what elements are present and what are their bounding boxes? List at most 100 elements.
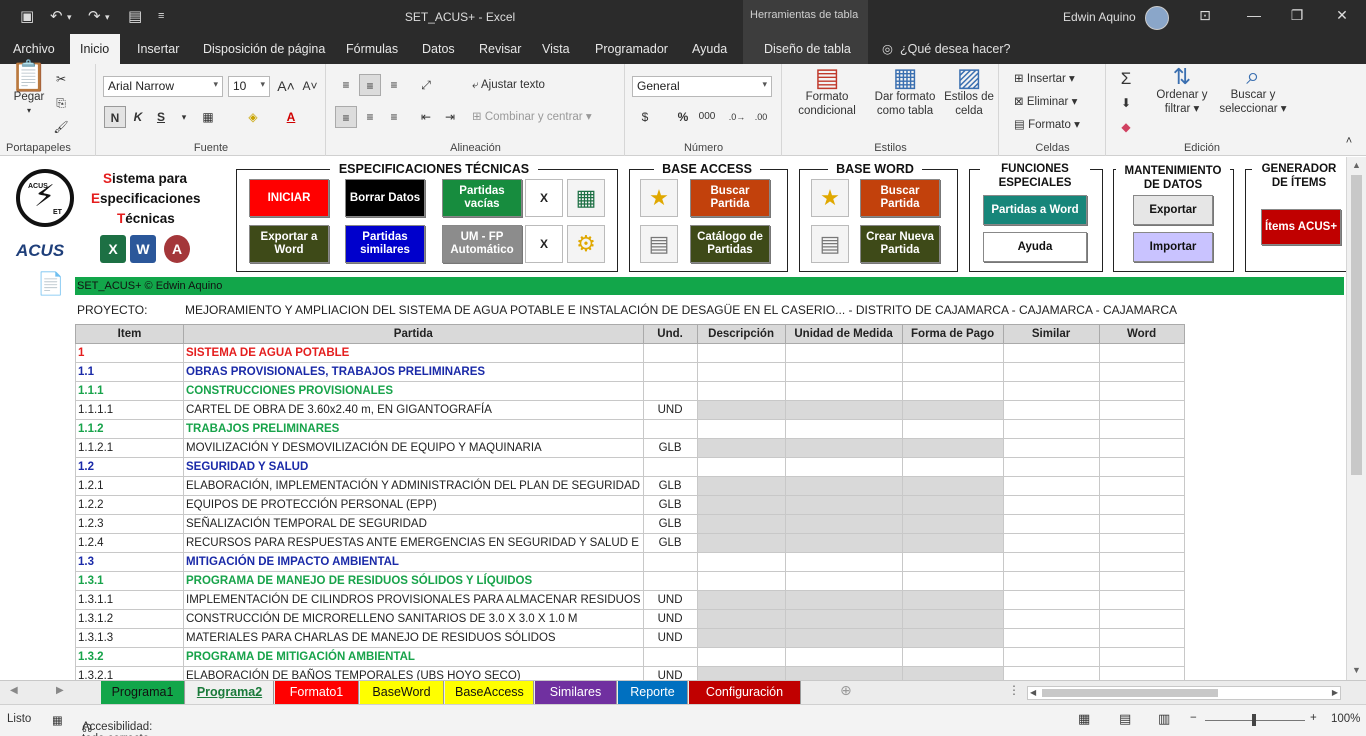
descripcion-cell[interactable]: [696, 476, 786, 496]
partida-cell[interactable]: SISTEMA DE AGUA POTABLE: [183, 343, 644, 363]
descripcion-cell[interactable]: [696, 343, 786, 363]
tab-inicio[interactable]: Inicio: [70, 34, 120, 64]
item-cell[interactable]: 1.1: [75, 362, 184, 382]
access-buscar-button[interactable]: Buscar Partida: [690, 179, 770, 217]
increase-indent-icon[interactable]: ⇥: [439, 106, 461, 128]
word-cell[interactable]: [1098, 647, 1185, 667]
italic-button[interactable]: K: [127, 106, 149, 128]
font-size-select[interactable]: 10 ▾: [228, 76, 270, 97]
partidas-similares-button[interactable]: Partidas similares: [345, 225, 425, 263]
catalogo-button[interactable]: Catálogo de Partidas: [690, 225, 770, 263]
exportar-button[interactable]: Exportar: [1133, 195, 1213, 225]
sheet-tab[interactable]: Programa2: [186, 681, 274, 704]
similar-cell[interactable]: [1002, 647, 1100, 667]
unidad-medida-cell[interactable]: [784, 552, 903, 572]
h-scroll-thumb[interactable]: [1042, 689, 1218, 697]
descripcion-cell[interactable]: [696, 628, 786, 648]
normal-view-icon[interactable]: ▦: [1078, 711, 1090, 727]
partida-cell[interactable]: IMPLEMENTACIÓN DE CILINDROS PROVISIONALE…: [183, 590, 644, 610]
align-center-icon[interactable]: ≡: [359, 106, 381, 128]
similar-cell[interactable]: [1002, 495, 1100, 515]
partida-cell[interactable]: CONSTRUCCIÓN DE MICRORELLENO SANITARIOS …: [183, 609, 644, 629]
und-cell[interactable]: [642, 647, 698, 667]
unidad-medida-cell[interactable]: [784, 343, 903, 363]
number-format-select[interactable]: General ▾: [632, 76, 772, 97]
comma-icon[interactable]: 000: [696, 106, 718, 128]
word-cell[interactable]: [1098, 495, 1185, 515]
wrap-text-button[interactable]: ⤶ Ajustar texto: [472, 78, 545, 92]
fill-icon[interactable]: ⬇: [1115, 92, 1137, 114]
und-cell[interactable]: [642, 343, 698, 363]
partida-cell[interactable]: EQUIPOS DE PROTECCIÓN PERSONAL (EPP): [183, 495, 644, 515]
unidad-medida-cell[interactable]: [784, 400, 903, 420]
unidad-medida-cell[interactable]: [784, 609, 903, 629]
item-cell[interactable]: 1.3: [75, 552, 184, 572]
item-cell[interactable]: 1.3.2: [75, 647, 184, 667]
word-cell[interactable]: [1098, 552, 1185, 572]
tab-datos[interactable]: Datos: [412, 34, 465, 64]
similar-cell[interactable]: [1002, 438, 1100, 458]
item-cell[interactable]: 1.2.4: [75, 533, 184, 553]
partida-cell[interactable]: TRABAJOS PRELIMINARES: [183, 419, 644, 439]
descripcion-cell[interactable]: [696, 647, 786, 667]
descripcion-cell[interactable]: [696, 571, 786, 591]
unidad-medida-cell[interactable]: [784, 419, 903, 439]
percent-icon[interactable]: %: [672, 106, 694, 128]
descripcion-cell[interactable]: [696, 400, 786, 420]
sheet-tab[interactable]: Reporte: [618, 681, 688, 704]
decrease-decimal-icon[interactable]: .00: [750, 106, 772, 128]
word-cell[interactable]: [1098, 343, 1185, 363]
item-cell[interactable]: 1.2.1: [75, 476, 184, 496]
macro-record-icon[interactable]: ▦: [52, 713, 63, 727]
tab-diseno-tabla[interactable]: Diseño de tabla: [743, 34, 868, 64]
unidad-medida-cell[interactable]: [784, 514, 903, 534]
tab-ayuda[interactable]: Ayuda: [682, 34, 737, 64]
zoom-out-icon[interactable]: −: [1190, 712, 1197, 724]
similar-cell[interactable]: [1002, 609, 1100, 629]
sheet-tab[interactable]: Programa1: [101, 681, 185, 704]
decrease-indent-icon[interactable]: ⇤: [415, 106, 437, 128]
tab-revisar[interactable]: Revisar: [469, 34, 531, 64]
bold-button[interactable]: N: [104, 106, 126, 128]
partida-cell[interactable]: MITIGACIÓN DE IMPACTO AMBIENTAL: [183, 552, 644, 572]
find-select-button[interactable]: ⌕ Buscar y seleccionar ▾: [1215, 65, 1291, 116]
und-cell[interactable]: GLB: [642, 533, 698, 553]
descripcion-cell[interactable]: [696, 438, 786, 458]
item-cell[interactable]: 1.3.1.3: [75, 628, 184, 648]
item-cell[interactable]: 1.1.2: [75, 419, 184, 439]
similar-cell[interactable]: [1002, 552, 1100, 572]
item-cell[interactable]: 1.1.1.1: [75, 400, 184, 420]
forma-pago-cell[interactable]: [901, 343, 1004, 363]
align-middle-icon[interactable]: ≡: [359, 74, 381, 96]
document-icon[interactable]: ▤: [640, 225, 678, 263]
item-cell[interactable]: 1.1.1: [75, 381, 184, 401]
clear-um-button[interactable]: X: [525, 225, 563, 263]
unidad-medida-cell[interactable]: [784, 381, 903, 401]
um-fp-button[interactable]: UM - FP Automático: [442, 225, 522, 263]
word-cell[interactable]: [1098, 438, 1185, 458]
word-cell[interactable]: [1098, 362, 1185, 382]
und-cell[interactable]: [642, 571, 698, 591]
descripcion-cell[interactable]: [696, 590, 786, 610]
decrease-font-icon[interactable]: A˅: [299, 75, 321, 97]
scroll-up-icon[interactable]: ▲: [1352, 160, 1361, 170]
restore-icon[interactable]: ❐: [1287, 7, 1307, 24]
partida-cell[interactable]: OBRAS PROVISIONALES, TRABAJOS PRELIMINAR…: [183, 362, 644, 382]
close-icon[interactable]: ✕: [1332, 7, 1352, 24]
autosum-icon[interactable]: Σ: [1115, 68, 1137, 90]
und-cell[interactable]: UND: [642, 400, 698, 420]
partida-cell[interactable]: SEGURIDAD Y SALUD: [183, 457, 644, 477]
insert-cells-button[interactable]: ⊞ Insertar ▾: [1014, 72, 1075, 86]
forma-pago-cell[interactable]: [901, 514, 1004, 534]
unidad-medida-cell[interactable]: [784, 362, 903, 382]
forma-pago-cell[interactable]: [901, 647, 1004, 667]
word-cell[interactable]: [1098, 533, 1185, 553]
und-cell[interactable]: GLB: [642, 438, 698, 458]
sheet-tab[interactable]: Formato1: [275, 681, 359, 704]
cell-styles-button[interactable]: ▨ Estilos de celda: [941, 64, 997, 118]
forma-pago-cell[interactable]: [901, 476, 1004, 496]
items-acus-button[interactable]: Ítems ACUS+: [1261, 209, 1341, 245]
item-cell[interactable]: 1.3.1.1: [75, 590, 184, 610]
unidad-medida-cell[interactable]: [784, 590, 903, 610]
partida-cell[interactable]: SEÑALIZACIÓN TEMPORAL DE SEGURIDAD: [183, 514, 644, 534]
